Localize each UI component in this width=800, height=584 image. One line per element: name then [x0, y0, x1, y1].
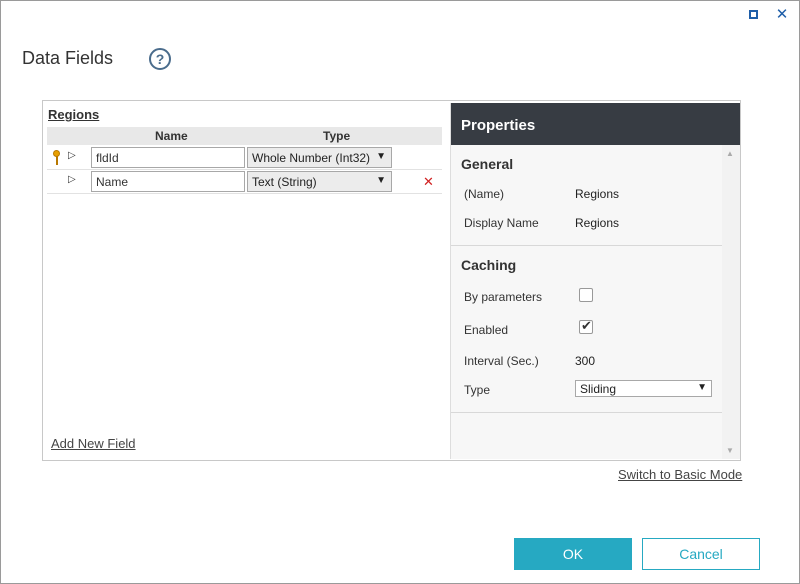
- help-icon[interactable]: ?: [149, 48, 171, 70]
- cache-type-label: Type: [464, 383, 491, 397]
- close-icon[interactable]: ✕: [775, 7, 789, 22]
- chevron-down-icon: ▼: [697, 382, 707, 393]
- maximize-icon[interactable]: [746, 8, 760, 22]
- column-header-type: Type: [323, 129, 351, 143]
- field-type-value: Text (String): [252, 175, 317, 189]
- by-parameters-label: By parameters: [464, 290, 543, 304]
- ok-button[interactable]: OK: [514, 538, 632, 570]
- delete-field-icon[interactable]: ✕: [423, 174, 434, 190]
- add-new-field-link[interactable]: Add New Field: [51, 436, 136, 451]
- scroll-down-icon[interactable]: ▼: [726, 446, 734, 455]
- cancel-button[interactable]: Cancel: [642, 538, 760, 570]
- display-name-value[interactable]: Regions: [575, 216, 619, 230]
- table-row: ▷ Text (String) ▼ ✕: [47, 170, 442, 194]
- enabled-checkbox[interactable]: [579, 318, 593, 334]
- general-section-title: General: [461, 156, 514, 172]
- fields-panel: Regions Name Type ▷ Whole Number (Int32)…: [42, 100, 741, 461]
- switch-basic-mode-link[interactable]: Switch to Basic Mode: [618, 467, 742, 482]
- table-name-link[interactable]: Regions: [48, 107, 99, 122]
- cache-type-select[interactable]: Sliding ▼: [575, 380, 712, 397]
- by-parameters-checkbox[interactable]: [579, 288, 593, 302]
- primary-key-icon: [52, 150, 60, 166]
- section-divider: [451, 245, 723, 246]
- chevron-down-icon: ▼: [376, 151, 386, 162]
- properties-title: Properties: [451, 103, 740, 145]
- interval-label: Interval (Sec.): [464, 354, 539, 368]
- properties-panel: Properties General (Name) Regions Displa…: [450, 103, 740, 459]
- caching-section-title: Caching: [461, 257, 517, 273]
- scroll-up-icon[interactable]: ▲: [726, 149, 734, 158]
- expand-row-icon[interactable]: ▷: [68, 150, 76, 161]
- name-value[interactable]: Regions: [575, 187, 619, 201]
- dialog-title: Data Fields: [22, 48, 114, 68]
- enabled-label: Enabled: [464, 323, 509, 337]
- cache-type-value: Sliding: [580, 382, 617, 396]
- properties-body: General (Name) Regions Display Name Regi…: [451, 145, 723, 459]
- chevron-down-icon: ▼: [376, 175, 386, 186]
- section-divider: [451, 412, 723, 413]
- name-label: (Name): [464, 187, 505, 201]
- field-name-input[interactable]: [91, 171, 245, 192]
- table-row: ▷ Whole Number (Int32) ▼: [47, 146, 442, 170]
- properties-scrollbar[interactable]: ▲ ▼: [722, 145, 740, 459]
- field-type-select[interactable]: Text (String) ▼: [247, 171, 392, 192]
- field-name-input[interactable]: [91, 147, 245, 168]
- field-type-value: Whole Number (Int32): [252, 151, 371, 165]
- interval-value[interactable]: 300: [575, 354, 595, 368]
- grid-header: Name Type: [47, 127, 442, 145]
- column-header-name: Name: [155, 129, 188, 143]
- field-type-select[interactable]: Whole Number (Int32) ▼: [247, 147, 392, 168]
- display-name-label: Display Name: [464, 216, 539, 230]
- data-fields-dialog: ✕ Data Fields ? Regions Name Type ▷ Whol…: [0, 0, 800, 584]
- expand-row-icon[interactable]: ▷: [68, 174, 76, 185]
